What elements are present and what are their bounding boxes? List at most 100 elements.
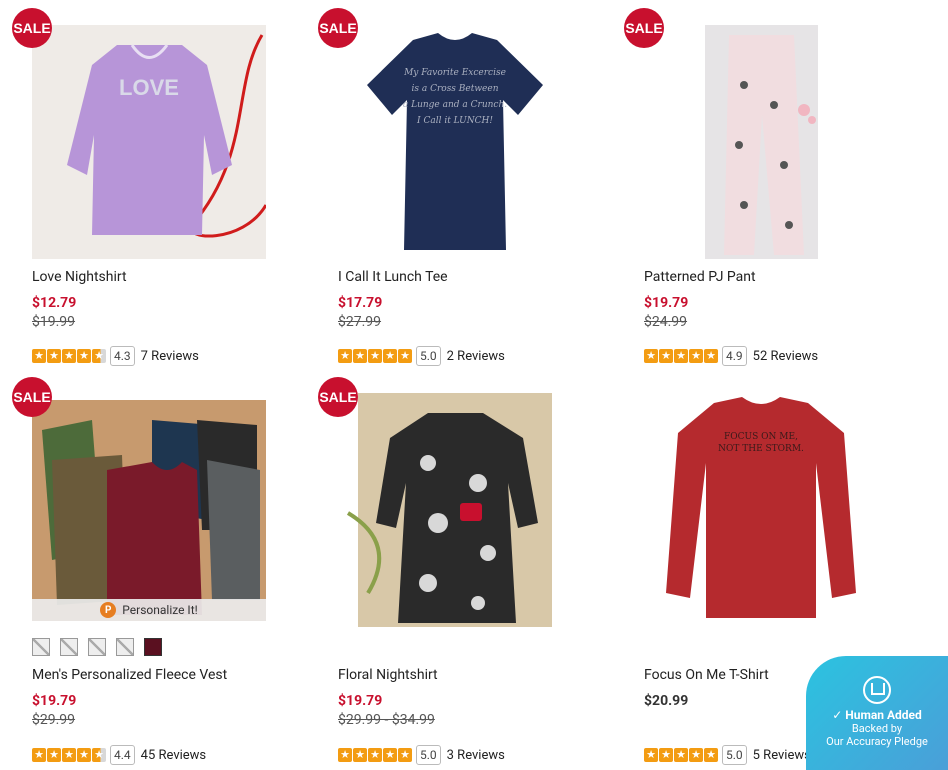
- original-price: $27.99: [338, 314, 382, 330]
- star-icon: ★: [338, 349, 352, 363]
- original-price: $19.99: [32, 314, 76, 330]
- rating-score: 4.3: [110, 346, 135, 366]
- star-icon: ★: [674, 349, 688, 363]
- color-swatch[interactable]: [60, 638, 78, 656]
- star-icon: ★: [689, 349, 703, 363]
- sale-badge: SALE: [624, 8, 664, 48]
- star-icon: ★: [398, 349, 412, 363]
- svg-text:My Favorite Excercise: My Favorite Excercise: [403, 68, 506, 78]
- svg-text:I Call it LUNCH!: I Call it LUNCH!: [416, 116, 493, 126]
- reviews-link[interactable]: 52 Reviews: [753, 349, 819, 364]
- star-icon: ★: [368, 748, 382, 762]
- sale-badge: SALE: [318, 8, 358, 48]
- half-star-icon: ★: [92, 748, 106, 762]
- star-icon: ★: [77, 349, 91, 363]
- star-icon: ★: [383, 748, 397, 762]
- star-rating: ★ ★ ★ ★ ★: [32, 748, 106, 762]
- rating-score: 4.4: [110, 745, 135, 765]
- sale-price: $19.79: [338, 693, 383, 709]
- rating[interactable]: ★ ★ ★ ★ ★ 5.0 5 Reviews: [644, 745, 811, 765]
- rating[interactable]: ★ ★ ★ ★ ★ 4.3 7 Reviews: [32, 346, 199, 366]
- star-rating: ★ ★ ★ ★ ★: [644, 349, 718, 363]
- svg-text:NOT THE STORM.: NOT THE STORM.: [718, 444, 804, 454]
- rating[interactable]: ★ ★ ★ ★ ★ 5.0 3 Reviews: [338, 745, 505, 765]
- price: $20.99: [644, 693, 689, 709]
- original-price: $29.99 - $34.99: [338, 712, 435, 728]
- sale-badge: SALE: [12, 377, 52, 417]
- rating-score: 4.9: [722, 346, 747, 366]
- product-image[interactable]: My Favorite Excercise is a Cross Between…: [338, 25, 572, 259]
- star-icon: ★: [353, 349, 367, 363]
- color-swatch[interactable]: [88, 638, 106, 656]
- rating-score: 5.0: [416, 346, 441, 366]
- product-title[interactable]: I Call It Lunch Tee: [338, 269, 448, 285]
- star-icon: ★: [659, 349, 673, 363]
- sale-badge: SALE: [12, 8, 52, 48]
- svg-text:is a Cross Between: is a Cross Between: [412, 84, 499, 94]
- color-swatch[interactable]: [144, 638, 162, 656]
- color-swatch[interactable]: [116, 638, 134, 656]
- product-image[interactable]: [338, 393, 572, 627]
- star-icon: ★: [644, 349, 658, 363]
- product-title[interactable]: Men's Personalized Fleece Vest: [32, 667, 227, 683]
- product-image[interactable]: [644, 25, 878, 259]
- reviews-link[interactable]: 2 Reviews: [447, 349, 505, 364]
- product-title[interactable]: Patterned PJ Pant: [644, 269, 756, 285]
- star-icon: ★: [47, 349, 61, 363]
- star-icon: ★: [47, 748, 61, 762]
- star-rating: ★ ★ ★ ★ ★: [338, 748, 412, 762]
- accuracy-pledge-badge[interactable]: ✓ Human Added Backed by Our Accuracy Ple…: [806, 656, 948, 770]
- pledge-line-2: Our Accuracy Pledge: [826, 735, 928, 748]
- star-icon: ★: [62, 748, 76, 762]
- star-icon: ★: [398, 748, 412, 762]
- star-icon: ★: [338, 748, 352, 762]
- rating-score: 5.0: [722, 745, 747, 765]
- star-icon: ★: [32, 349, 46, 363]
- home-icon: [863, 676, 891, 704]
- product-title[interactable]: Floral Nightshirt: [338, 667, 438, 683]
- original-price: $29.99: [32, 712, 76, 728]
- star-rating: ★ ★ ★ ★ ★: [644, 748, 718, 762]
- star-icon: ★: [659, 748, 673, 762]
- product-title[interactable]: Love Nightshirt: [32, 269, 127, 285]
- rating[interactable]: ★ ★ ★ ★ ★ 4.9 52 Reviews: [644, 346, 818, 366]
- personalize-label: Personalize It!: [122, 603, 198, 617]
- star-icon: ★: [353, 748, 367, 762]
- star-icon: ★: [368, 349, 382, 363]
- star-icon: ★: [383, 349, 397, 363]
- star-icon: ★: [689, 748, 703, 762]
- product-image[interactable]: P Personalize It!: [32, 400, 266, 621]
- svg-text:a Lunge and a Crunch.: a Lunge and a Crunch.: [403, 100, 507, 110]
- pledge-title: ✓ Human Added: [832, 708, 922, 722]
- sale-price: $19.79: [644, 295, 689, 311]
- star-rating: ★ ★ ★ ★ ★: [338, 349, 412, 363]
- star-icon: ★: [77, 748, 91, 762]
- original-price: $24.99: [644, 314, 688, 330]
- product-image[interactable]: FOCUS ON ME, NOT THE STORM.: [644, 393, 878, 627]
- personalize-banner[interactable]: P Personalize It!: [32, 599, 266, 621]
- personalize-icon: P: [100, 602, 117, 618]
- pledge-line-1: Backed by: [851, 722, 903, 735]
- rating[interactable]: ★ ★ ★ ★ ★ 4.4 45 Reviews: [32, 745, 206, 765]
- star-icon: ★: [704, 748, 718, 762]
- star-icon: ★: [674, 748, 688, 762]
- star-icon: ★: [62, 349, 76, 363]
- sale-price: $12.79: [32, 295, 77, 311]
- product-title[interactable]: Focus On Me T-Shirt: [644, 667, 769, 683]
- color-swatch[interactable]: [32, 638, 50, 656]
- star-rating: ★ ★ ★ ★ ★: [32, 349, 106, 363]
- sale-price: $17.79: [338, 295, 383, 311]
- sale-badge: SALE: [318, 377, 358, 417]
- star-icon: ★: [644, 748, 658, 762]
- rating-score: 5.0: [416, 745, 441, 765]
- svg-text:LOVE: LOVE: [119, 75, 179, 100]
- reviews-link[interactable]: 45 Reviews: [141, 748, 207, 763]
- product-image[interactable]: LOVE: [32, 25, 266, 259]
- reviews-link[interactable]: 7 Reviews: [141, 349, 199, 364]
- half-star-icon: ★: [92, 349, 106, 363]
- color-swatches: [32, 638, 162, 656]
- rating[interactable]: ★ ★ ★ ★ ★ 5.0 2 Reviews: [338, 346, 505, 366]
- star-icon: ★: [704, 349, 718, 363]
- reviews-link[interactable]: 3 Reviews: [447, 748, 505, 763]
- reviews-link[interactable]: 5 Reviews: [753, 748, 811, 763]
